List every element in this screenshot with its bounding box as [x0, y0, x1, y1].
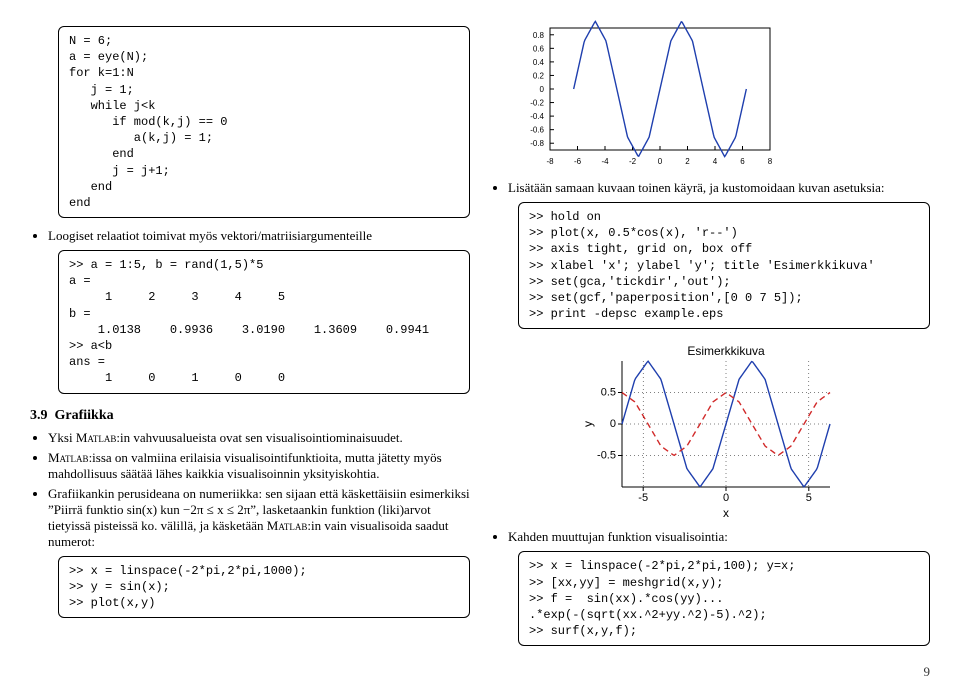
chart-sin-small: -8 -6 -4 -2 0 2 4 6 8 -0.8 -0.6 -0.4 -0.2 0 0.2 0.4 0.6 0…	[518, 20, 930, 174]
matlab-word: Matlab	[76, 430, 117, 445]
svg-text:0: 0	[610, 418, 616, 430]
svg-text:-8: -8	[546, 157, 554, 166]
svg-text:2: 2	[685, 157, 690, 166]
svg-text:-5: -5	[638, 492, 648, 504]
svg-text:0: 0	[658, 157, 663, 166]
svg-text:0: 0	[540, 85, 545, 94]
chart-esimerkkikuva: -5 0 5 -0.5 0 0.5 Esimerkkikuva x y	[490, 339, 930, 523]
section-heading: 3.9 Grafiikka	[30, 408, 470, 424]
section-title: Grafiikka	[55, 408, 114, 423]
svg-text:Esimerkkikuva: Esimerkkikuva	[687, 344, 765, 358]
code-block-2: >> a = 1:5, b = rand(1,5)*5 a = 1 2 3 4 …	[58, 250, 470, 394]
svg-text:-4: -4	[601, 157, 609, 166]
svg-text:y: y	[581, 421, 595, 427]
svg-text:-0.5: -0.5	[597, 450, 616, 462]
bullet-add-curve: Lisätään samaan kuvaan toinen käyrä, ja …	[508, 180, 930, 196]
esimerkkikuva-svg: -5 0 5 -0.5 0 0.5 Esimerkkikuva x y	[580, 339, 840, 519]
left-column: N = 6; a = eye(N); for k=1:N j = 1; whil…	[30, 20, 470, 656]
svg-text:-2: -2	[629, 157, 637, 166]
bullet-grafiikka-1: Yksi Matlab:in vahvuusalueista ovat sen …	[48, 430, 470, 446]
svg-text:0.2: 0.2	[533, 71, 545, 80]
svg-text:0: 0	[723, 492, 729, 504]
sin-plot-svg: -8 -6 -4 -2 0 2 4 6 8 -0.8 -0.6 -0.4 -0.2 0 0.2 0.4 0.6 0…	[518, 20, 778, 170]
svg-text:x: x	[723, 506, 729, 519]
matlab-word: Matlab	[267, 518, 308, 533]
bullet-grafiikka-2: Matlab:issa on valmiina erilaisia visual…	[48, 450, 470, 482]
code-block-5: >> x = linspace(-2*pi,2*pi,100); y=x; >>…	[518, 551, 930, 646]
right-column: -8 -6 -4 -2 0 2 4 6 8 -0.8 -0.6 -0.4 -0.2 0 0.2 0.4 0.6 0…	[490, 20, 930, 656]
svg-text:-0.4: -0.4	[530, 112, 544, 121]
svg-text:5: 5	[806, 492, 812, 504]
section-number: 3.9	[30, 408, 48, 423]
bullet-grafiikka-3: Grafiikankin perusideana on numeriikka: …	[48, 486, 470, 550]
svg-text:0.8: 0.8	[533, 31, 545, 40]
matlab-word: Matlab	[48, 450, 89, 465]
svg-text:0.6: 0.6	[533, 44, 545, 53]
code-block-4: >> hold on >> plot(x, 0.5*cos(x), 'r--')…	[518, 202, 930, 329]
svg-text:8: 8	[768, 157, 773, 166]
page-number: 9	[30, 664, 930, 680]
code-block-3: >> x = linspace(-2*pi,2*pi,1000); >> y =…	[58, 556, 470, 619]
svg-text:-0.8: -0.8	[530, 139, 544, 148]
bullet-2var: Kahden muuttujan funktion visualisointia…	[508, 529, 930, 545]
svg-text:-0.6: -0.6	[530, 126, 544, 135]
svg-text:-6: -6	[574, 157, 582, 166]
svg-text:0.4: 0.4	[533, 58, 545, 67]
svg-text:0.5: 0.5	[601, 387, 616, 399]
svg-text:4: 4	[713, 157, 718, 166]
svg-text:-0.2: -0.2	[530, 99, 544, 108]
code-block-1: N = 6; a = eye(N); for k=1:N j = 1; whil…	[58, 26, 470, 218]
bullet-logical-relations: Loogiset relaatiot toimivat myös vektori…	[48, 228, 470, 244]
svg-text:6: 6	[740, 157, 745, 166]
